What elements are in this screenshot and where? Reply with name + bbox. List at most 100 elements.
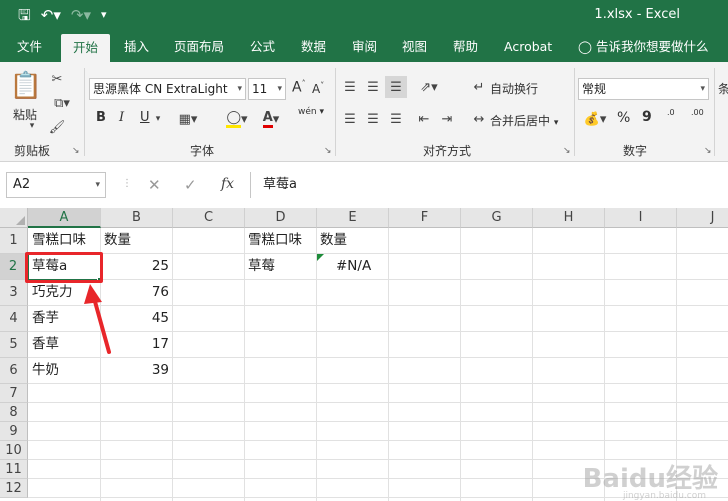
cell-a6[interactable]: 牛奶 [32,358,59,383]
number-launcher-icon[interactable]: ↘ [704,146,712,156]
cell-a1[interactable]: 雪糕口味 [32,228,86,253]
cell-a3[interactable]: 巧克力 [32,280,73,305]
tab-view[interactable]: 视图 [402,32,427,62]
bold-button[interactable]: B [96,110,106,125]
underline-button[interactable]: U [140,110,150,125]
column-header-b[interactable]: B [101,208,173,228]
tab-home[interactable]: 开始 [61,34,111,62]
cell-e2[interactable]: #N/A [336,254,371,279]
row-header-3[interactable]: 3 [0,280,28,306]
font-color-icon[interactable]: A ▾ [256,108,286,130]
cell-b6[interactable]: 39 [101,358,169,383]
font-name-combo[interactable]: 思源黑体 CN ExtraLight ▾ [89,78,246,100]
merge-center-icon[interactable]: ↔ [470,110,488,128]
column-header-c[interactable]: C [173,208,245,228]
insert-function-icon[interactable]: fx [221,176,234,192]
font-size-combo[interactable]: 11 ▾ [248,78,286,100]
column-header-h[interactable]: H [533,208,605,228]
row-header-2[interactable]: 2 [0,254,28,280]
increase-decimal-button[interactable]: .0 [667,108,675,117]
paste-dropdown-icon[interactable]: ▾ [26,120,38,132]
cell-b1[interactable]: 数量 [104,228,131,253]
decrease-decimal-button[interactable]: .00 [691,108,704,117]
error-indicator-icon[interactable] [317,254,324,261]
align-right-icon[interactable]: ☰ [387,110,405,128]
cancel-icon[interactable]: ✕ [148,176,161,194]
customize-qat-icon[interactable]: ▾ [101,6,107,24]
tab-help[interactable]: 帮助 [453,32,478,62]
alignment-launcher-icon[interactable]: ↘ [563,146,571,156]
row-header-11[interactable]: 11 [0,460,28,479]
underline-dropdown-icon[interactable]: ▾ [152,112,164,126]
orientation-icon[interactable]: ⇗▾ [416,78,442,96]
cell-e1[interactable]: 数量 [320,228,347,253]
cell-d2[interactable]: 草莓 [248,254,275,279]
name-box[interactable]: A2 ▾ [6,172,106,198]
cell-d1[interactable]: 雪糕口味 [248,228,302,253]
wrap-text-button[interactable]: 自动换行 [490,80,538,97]
bottom-align-icon[interactable]: ☰ [385,76,407,98]
column-header-e[interactable]: E [317,208,389,228]
column-header-j[interactable]: J [677,208,728,228]
row-header-8[interactable]: 8 [0,403,28,422]
copy-icon[interactable]: ⧉▾ [48,94,76,112]
row-header-9[interactable]: 9 [0,422,28,441]
clipboard-launcher-icon[interactable]: ↘ [72,146,80,156]
percent-button[interactable]: % [617,110,630,126]
comma-style-button[interactable]: 9 [642,109,652,125]
grow-font-button[interactable]: A˄ [292,79,306,96]
italic-button[interactable]: I [119,110,124,125]
tab-insert[interactable]: 插入 [124,32,149,62]
cut-icon[interactable]: ✂ [48,70,66,88]
select-all-corner[interactable] [0,208,28,228]
save-icon[interactable]: 🖫 [18,6,31,24]
merge-center-button[interactable]: 合并后居中 ▾ [490,112,558,129]
font-launcher-icon[interactable]: ↘ [324,146,332,156]
tell-me-box[interactable]: ◯ 告诉我你想要做什么 [578,32,709,62]
cell-a5[interactable]: 香草 [32,332,59,357]
redo-icon[interactable]: ↷▾ [71,6,91,24]
tab-page-layout[interactable]: 页面布局 [174,32,224,62]
row-header-4[interactable]: 4 [0,306,28,332]
increase-indent-icon[interactable]: ⇥ [438,110,456,128]
phonetic-guide-button[interactable]: wén ▾ [298,107,324,117]
paste-icon[interactable]: 📋 [10,70,42,102]
fill-color-icon[interactable]: ◯ ▾ [222,108,252,130]
formula-input[interactable]: 草莓a [250,172,728,198]
enter-icon[interactable]: ✓ [184,176,197,194]
row-header-1[interactable]: 1 [0,228,28,254]
borders-icon[interactable]: ▦▾ [176,110,200,128]
column-header-d[interactable]: D [245,208,317,228]
undo-icon[interactable]: ↶▾ [41,6,61,24]
conditional-format-button[interactable]: 条 [718,80,728,97]
column-header-a[interactable]: A [28,208,101,228]
number-format-combo[interactable]: 常规 ▾ [578,78,709,100]
shrink-font-button[interactable]: A˅ [312,81,324,96]
currency-icon[interactable]: 💰▾ [580,110,610,128]
align-left-icon[interactable]: ☰ [341,110,359,128]
align-center-icon[interactable]: ☰ [364,110,382,128]
row-header-6[interactable]: 6 [0,358,28,384]
column-header-i[interactable]: I [605,208,677,228]
tab-formulas[interactable]: 公式 [250,32,275,62]
format-painter-icon[interactable]: 🖌 [48,118,66,136]
row-header-12[interactable]: 12 [0,479,28,498]
tab-acrobat[interactable]: Acrobat [504,32,552,62]
quick-access-toolbar: 🖫 ↶▾ ↷▾ ▾ [18,6,107,24]
row-header-5[interactable]: 5 [0,332,28,358]
column-header-f[interactable]: F [389,208,461,228]
top-align-icon[interactable]: ☰ [341,78,359,96]
cell-b2[interactable]: 25 [101,254,169,279]
gridline [28,383,728,384]
tab-review[interactable]: 审阅 [352,32,377,62]
tab-data[interactable]: 数据 [301,32,326,62]
wrap-text-icon[interactable]: ↵ [470,78,488,96]
cell-a4[interactable]: 香芋 [32,306,59,331]
column-header-g[interactable]: G [461,208,533,228]
row-header-7[interactable]: 7 [0,384,28,403]
row-header-10[interactable]: 10 [0,441,28,460]
middle-align-icon[interactable]: ☰ [364,78,382,96]
tab-file[interactable]: 文件 [17,32,42,62]
decrease-indent-icon[interactable]: ⇤ [415,110,433,128]
formula-bar-grip-icon[interactable]: ⋮ [122,178,132,189]
